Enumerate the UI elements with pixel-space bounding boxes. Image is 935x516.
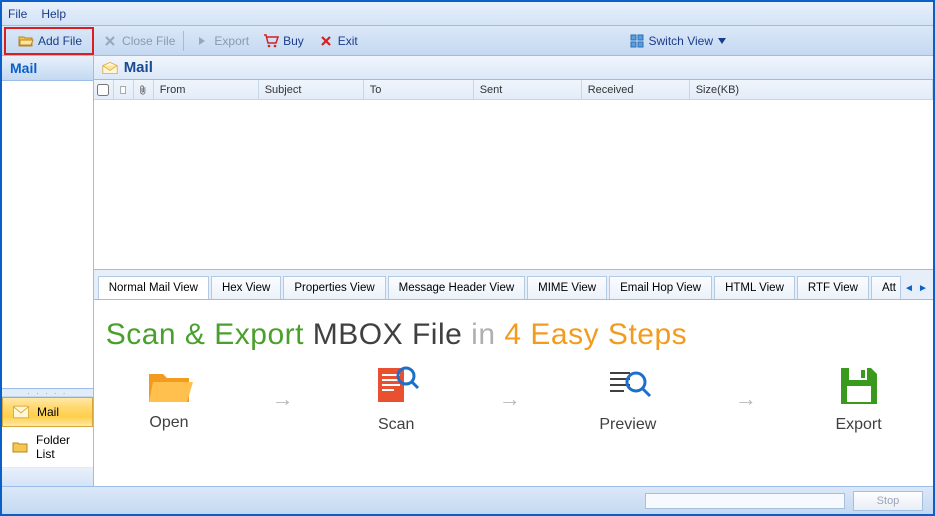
- promo-word-mbox-file: MBOX File: [313, 318, 463, 351]
- sidebar-item-mail[interactable]: Mail: [2, 397, 93, 427]
- close-file-button[interactable]: Close File: [96, 30, 181, 52]
- column-sent[interactable]: Sent: [474, 80, 582, 99]
- export-label: Export: [214, 34, 249, 48]
- tab-scroll-arrows: ◄ ►: [903, 280, 929, 299]
- exit-label: Exit: [338, 34, 358, 48]
- promo-word-in: in: [471, 318, 495, 351]
- tab-normal-mail-view[interactable]: Normal Mail View: [98, 276, 209, 299]
- folder-tree[interactable]: [2, 81, 93, 388]
- toolbar: Add File Close File Export Buy Exit Swit…: [2, 26, 933, 56]
- column-to[interactable]: To: [364, 80, 474, 99]
- buy-label: Buy: [283, 34, 304, 48]
- step-open: Open: [145, 366, 193, 432]
- folder-open-icon: [18, 33, 34, 49]
- select-all-checkbox[interactable]: [97, 84, 109, 96]
- arrow-icon: →: [499, 386, 521, 412]
- export-button[interactable]: Export: [188, 30, 255, 52]
- tab-mime-view[interactable]: MIME View: [527, 276, 607, 299]
- arrow-icon: →: [735, 386, 757, 412]
- mail-grid-body[interactable]: [94, 100, 933, 270]
- tab-scroll-left[interactable]: ◄: [903, 280, 915, 296]
- right-pane: Mail From Subject To Sent Received Size(…: [94, 56, 933, 486]
- stop-button[interactable]: Stop: [853, 491, 923, 511]
- grid-icon: [629, 33, 645, 49]
- progress-bar: [645, 493, 845, 509]
- tab-properties-view[interactable]: Properties View: [283, 276, 385, 299]
- status-bar: Stop: [2, 486, 933, 514]
- sidebar-header: Mail: [2, 56, 93, 81]
- column-size[interactable]: Size(KB): [690, 80, 933, 99]
- arrow-icon: →: [272, 386, 294, 412]
- promo-word-easy-steps: Easy Steps: [530, 318, 687, 351]
- tab-message-header-view[interactable]: Message Header View: [388, 276, 526, 299]
- column-from[interactable]: From: [154, 80, 259, 99]
- add-file-highlight: Add File: [4, 27, 94, 55]
- mail-pane-header: Mail: [94, 56, 933, 80]
- save-disk-icon: [837, 364, 881, 408]
- exit-button[interactable]: Exit: [312, 30, 364, 52]
- menu-file[interactable]: File: [8, 7, 27, 21]
- toolbar-separator: [183, 31, 184, 51]
- promo-word-scan-export: Scan & Export: [106, 318, 304, 351]
- sidebar-item-folder-list[interactable]: Folder List: [2, 427, 93, 468]
- menu-bar: File Help: [2, 2, 933, 26]
- chevron-down-icon: [717, 33, 727, 49]
- step-scan: Scan: [372, 364, 420, 434]
- column-attachment[interactable]: [134, 80, 154, 99]
- preview-list-icon: [604, 364, 652, 408]
- envelope-icon: [13, 404, 29, 420]
- view-tabs: Normal Mail View Hex View Properties Vie…: [94, 270, 933, 300]
- left-sidebar: Mail · · · · · Mail Folder List: [2, 56, 94, 486]
- mail-pane-title: Mail: [124, 59, 153, 76]
- switch-view-button[interactable]: Switch View: [623, 30, 733, 52]
- tab-html-view[interactable]: HTML View: [714, 276, 795, 299]
- sidebar-nav: · · · · · Mail Folder List: [2, 388, 93, 486]
- close-file-icon: [102, 33, 118, 49]
- switch-view-label: Switch View: [649, 34, 713, 48]
- tab-rtf-view[interactable]: RTF View: [797, 276, 869, 299]
- tab-attachments[interactable]: Att: [871, 276, 901, 299]
- buy-button[interactable]: Buy: [257, 30, 310, 52]
- promo-panel: Scan & Export MBOX File in 4 Easy Steps …: [94, 300, 933, 486]
- paperclip-icon: [140, 83, 147, 97]
- step-preview: Preview: [599, 364, 656, 434]
- column-flag[interactable]: [114, 80, 134, 99]
- promo-steps: Open → Scan → Preview →: [106, 364, 921, 434]
- export-arrow-icon: [194, 33, 210, 49]
- scan-document-icon: [372, 364, 420, 408]
- add-file-label: Add File: [38, 34, 82, 48]
- close-file-label: Close File: [122, 34, 175, 48]
- sidebar-item-mail-label: Mail: [37, 405, 59, 419]
- open-folder-icon: [145, 366, 193, 406]
- menu-help[interactable]: Help: [41, 7, 66, 21]
- promo-word-four: 4: [504, 318, 521, 351]
- column-subject[interactable]: Subject: [259, 80, 364, 99]
- step-open-label: Open: [149, 414, 188, 432]
- step-export: Export: [835, 364, 881, 434]
- step-export-label: Export: [835, 416, 881, 434]
- column-received[interactable]: Received: [582, 80, 690, 99]
- step-preview-label: Preview: [599, 416, 656, 434]
- add-file-button[interactable]: Add File: [12, 30, 88, 52]
- flag-icon: [120, 84, 127, 96]
- sidebar-grip[interactable]: · · · · ·: [2, 389, 93, 397]
- sidebar-footer-strip: [2, 468, 93, 486]
- cart-icon: [263, 33, 279, 49]
- tab-email-hop-view[interactable]: Email Hop View: [609, 276, 712, 299]
- promo-title: Scan & Export MBOX File in 4 Easy Steps: [106, 318, 921, 352]
- step-scan-label: Scan: [378, 416, 414, 434]
- folder-icon: [12, 439, 28, 455]
- column-checkbox[interactable]: [94, 80, 114, 99]
- mail-grid-header: From Subject To Sent Received Size(KB): [94, 80, 933, 100]
- exit-icon: [318, 33, 334, 49]
- envelope-open-icon: [102, 60, 118, 76]
- tab-hex-view[interactable]: Hex View: [211, 276, 281, 299]
- tab-scroll-right[interactable]: ►: [917, 280, 929, 296]
- main-body: Mail · · · · · Mail Folder List: [2, 56, 933, 486]
- sidebar-item-folder-list-label: Folder List: [36, 433, 83, 461]
